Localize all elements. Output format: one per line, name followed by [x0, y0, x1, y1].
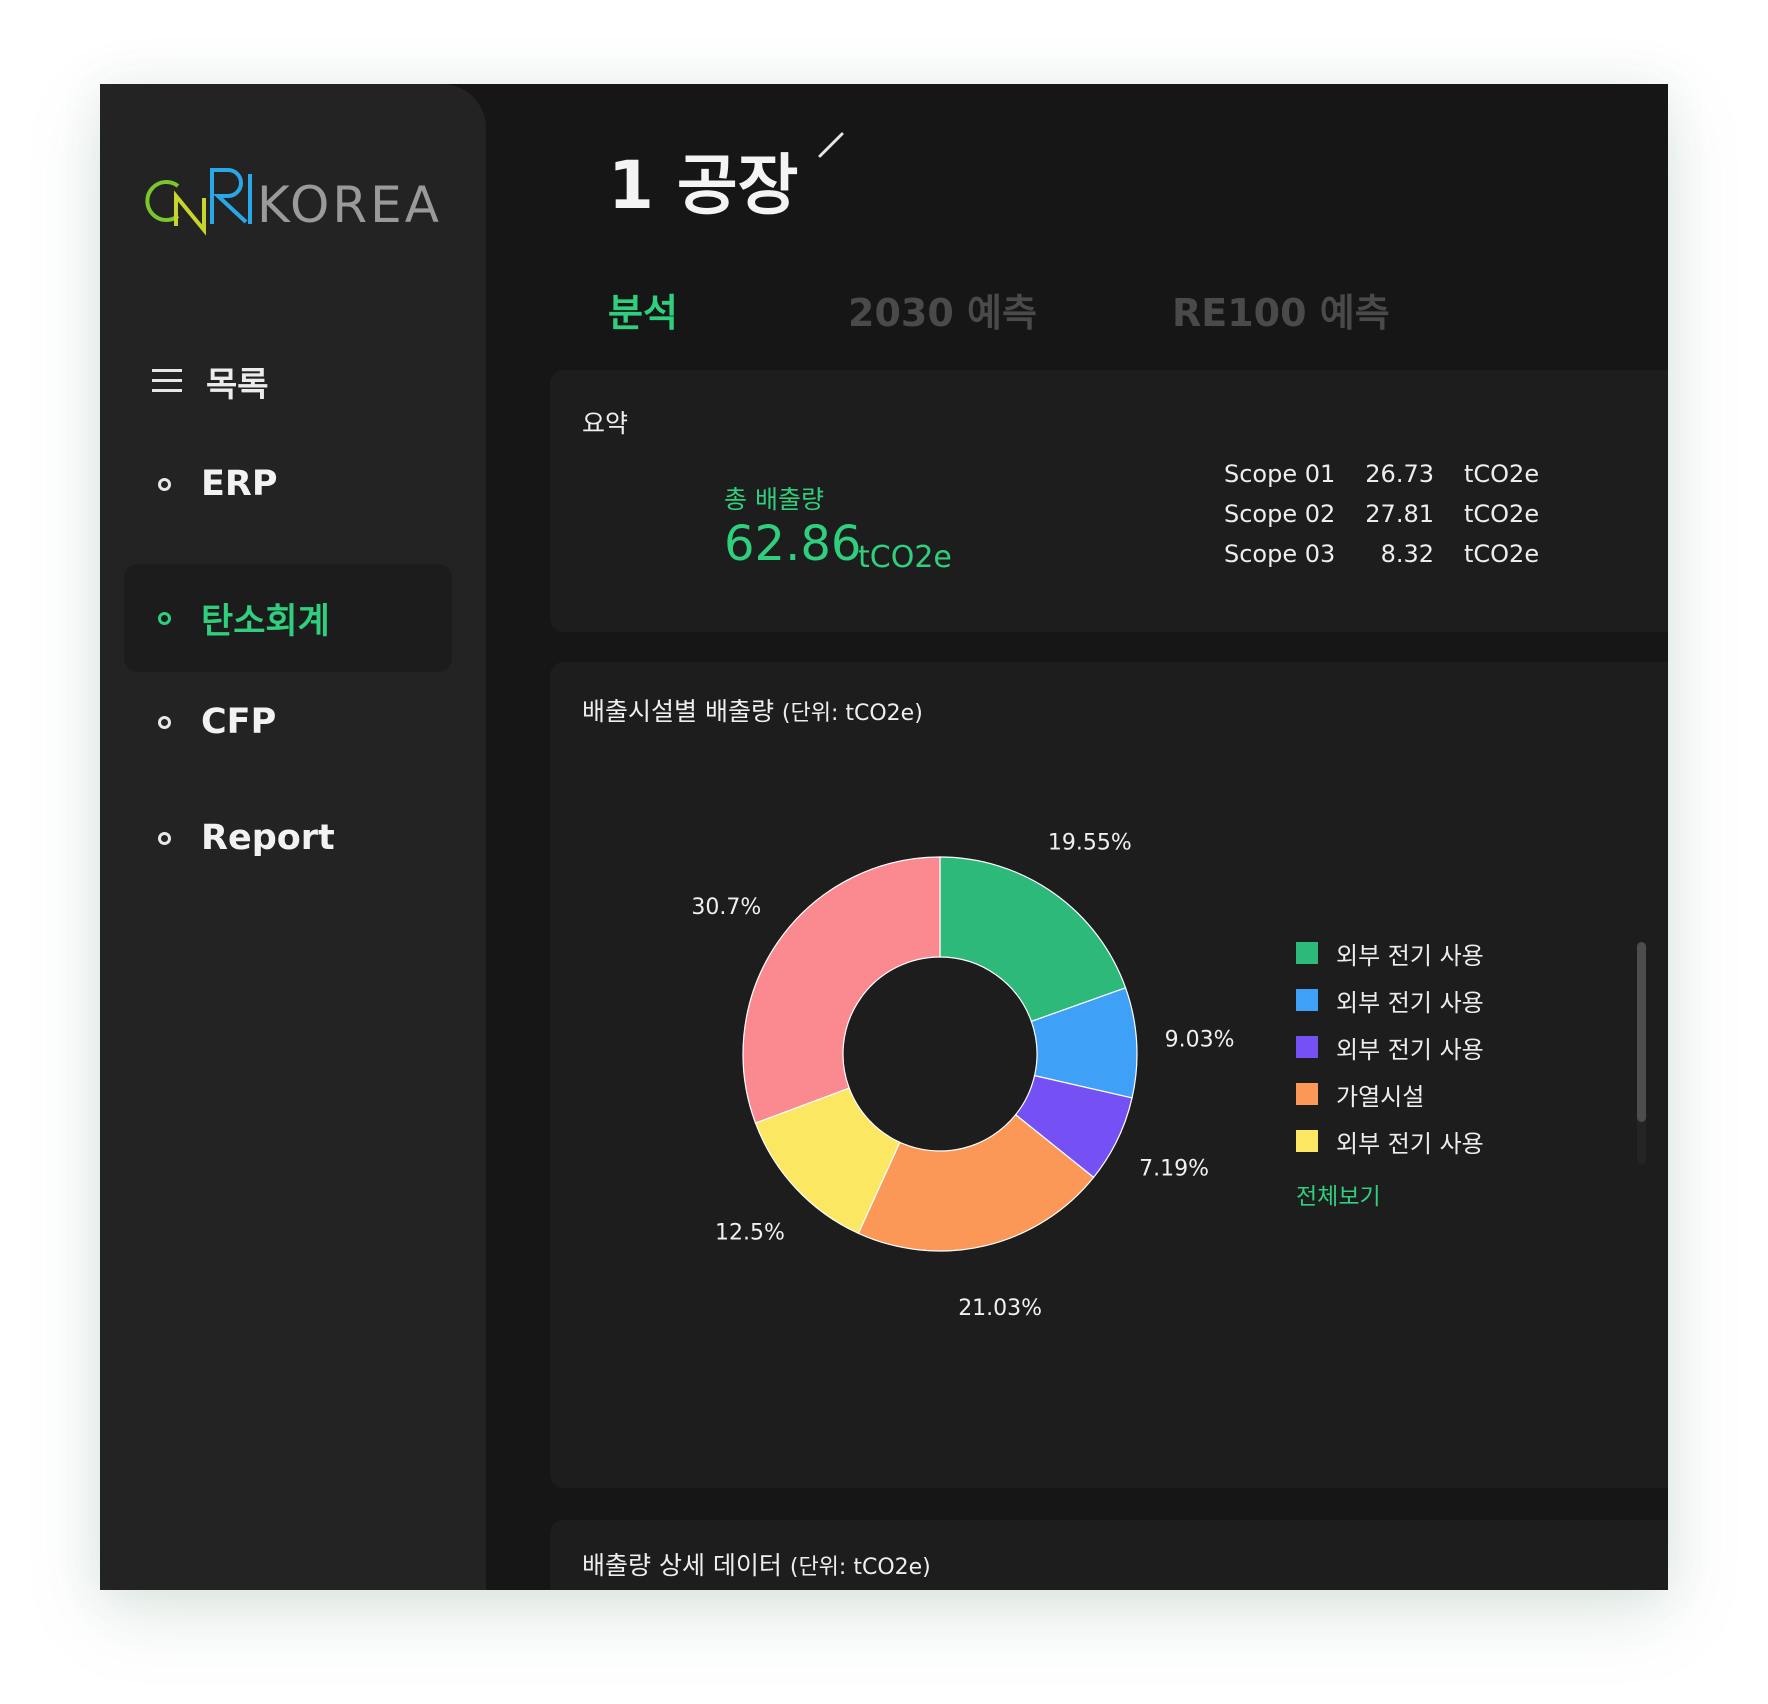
legend-label: 외부 전기 사용: [1336, 941, 1484, 970]
legend-item[interactable]: 외부 전기 사용: [1296, 1032, 1536, 1064]
tab-2030-forecast[interactable]: 2030 예측: [848, 282, 1037, 337]
scope-unit: tCO2e: [1464, 500, 1540, 528]
sidebar-item-label: Report: [201, 818, 335, 858]
nav-dot-icon: [158, 831, 171, 845]
donut-slice[interactable]: [939, 856, 1127, 1023]
nav-dot-icon: [158, 611, 171, 625]
legend-scrollbar[interactable]: [1637, 942, 1646, 1164]
legend-swatch: [1296, 1083, 1318, 1105]
sidebar-item-erp[interactable]: ERP: [124, 430, 452, 538]
logo-text: KOREA: [257, 176, 442, 234]
menu-header[interactable]: 목록: [152, 356, 269, 406]
sidebar-item-label: ERP: [201, 464, 278, 504]
nav-dot-icon: [158, 715, 171, 729]
sidebar-item-carbon-accounting[interactable]: 탄소회계: [124, 564, 452, 672]
detail-data-card: 배출량 상세 데이터 (단위: tCO2e): [550, 1520, 1668, 1590]
summary-title: 요약: [582, 409, 629, 438]
total-emissions-value: 62.86: [724, 516, 862, 572]
legend-swatch: [1296, 1036, 1318, 1058]
summary-card: 요약 총 배출량 62.86 tCO2e Scope 01 26.73 tCO2…: [550, 370, 1668, 632]
scrollbar-thumb[interactable]: [1637, 942, 1646, 1122]
tab-re100-forecast[interactable]: RE100 예측: [1172, 282, 1390, 337]
sidebar-item-label: 탄소회계: [201, 601, 330, 642]
legend-swatch: [1296, 989, 1318, 1011]
legend-item[interactable]: 외부 전기 사용: [1296, 985, 1536, 1017]
scope-row: Scope 03 8.32 tCO2e: [1224, 540, 1544, 574]
menu-label: 목록: [206, 364, 269, 405]
total-emissions-unit: tCO2e: [858, 540, 952, 575]
legend-label: 외부 전기 사용: [1336, 1035, 1484, 1064]
slice-percent-label: 19.55%: [1048, 831, 1132, 856]
scope-name: Scope 01: [1224, 460, 1336, 488]
edit-pencil-icon[interactable]: [816, 130, 846, 160]
legend-item[interactable]: 외부 전기 사용: [1296, 1126, 1536, 1158]
scope-name: Scope 02: [1224, 500, 1336, 528]
facility-emissions-card: 배출시설별 배출량 (단위: tCO2e) 19.55% 9.03% 7.19% 21…: [550, 662, 1668, 1488]
slice-percent-label: 7.19%: [1139, 1156, 1209, 1181]
legend-label: 외부 전기 사용: [1336, 988, 1484, 1017]
detail-title: 배출량 상세 데이터 (단위: tCO2e): [582, 1546, 931, 1582]
scope-row: Scope 01 26.73 tCO2e: [1224, 460, 1544, 494]
legend-swatch: [1296, 1130, 1318, 1152]
total-emissions-label: 총 배출량: [724, 485, 824, 514]
legend-label: 외부 전기 사용: [1336, 1129, 1484, 1158]
donut-chart: 19.55% 9.03% 7.19% 21.03% 12.5% 30.7%: [691, 831, 1235, 1321]
app-window: KOREA 목록 ERP 탄소회계 CFP Report 1 공장 분석 203…: [100, 84, 1668, 1590]
sidebar-item-report[interactable]: Report: [124, 784, 452, 892]
legend-item[interactable]: 외부 전기 사용: [1296, 938, 1536, 970]
scope-value: 26.73: [1365, 460, 1434, 488]
detail-unit: (단위: tCO2e): [789, 1555, 931, 1580]
slice-percent-label: 30.7%: [691, 895, 761, 920]
legend-label: 가열시설: [1336, 1082, 1425, 1111]
scope-row: Scope 02 27.81 tCO2e: [1224, 500, 1544, 534]
nav-dot-icon: [158, 477, 171, 491]
detail-title-text: 배출량 상세 데이터: [582, 1551, 782, 1580]
slice-percent-label: 12.5%: [715, 1220, 785, 1245]
legend-swatch: [1296, 942, 1318, 964]
slice-percent-label: 21.03%: [958, 1296, 1042, 1321]
sidebar-item-label: CFP: [201, 702, 277, 742]
scope-unit: tCO2e: [1464, 540, 1540, 568]
legend-item[interactable]: 가열시설: [1296, 1079, 1536, 1111]
scope-unit: tCO2e: [1464, 460, 1540, 488]
donut-slice[interactable]: [742, 856, 941, 1124]
sidebar: KOREA 목록 ERP 탄소회계 CFP Report: [100, 84, 486, 1590]
scope-value: 27.81: [1365, 500, 1434, 528]
sidebar-item-cfp[interactable]: CFP: [124, 668, 452, 776]
logo-mark: [145, 168, 252, 236]
scope-name: Scope 03: [1224, 540, 1336, 568]
page-title: 1 공장: [608, 147, 799, 224]
tab-analysis[interactable]: 분석: [608, 282, 678, 337]
view-all-link[interactable]: 전체보기: [1296, 1177, 1381, 1211]
menu-icon[interactable]: [152, 369, 182, 393]
slice-percent-label: 9.03%: [1165, 1028, 1235, 1053]
scope-value: 8.32: [1380, 540, 1434, 568]
